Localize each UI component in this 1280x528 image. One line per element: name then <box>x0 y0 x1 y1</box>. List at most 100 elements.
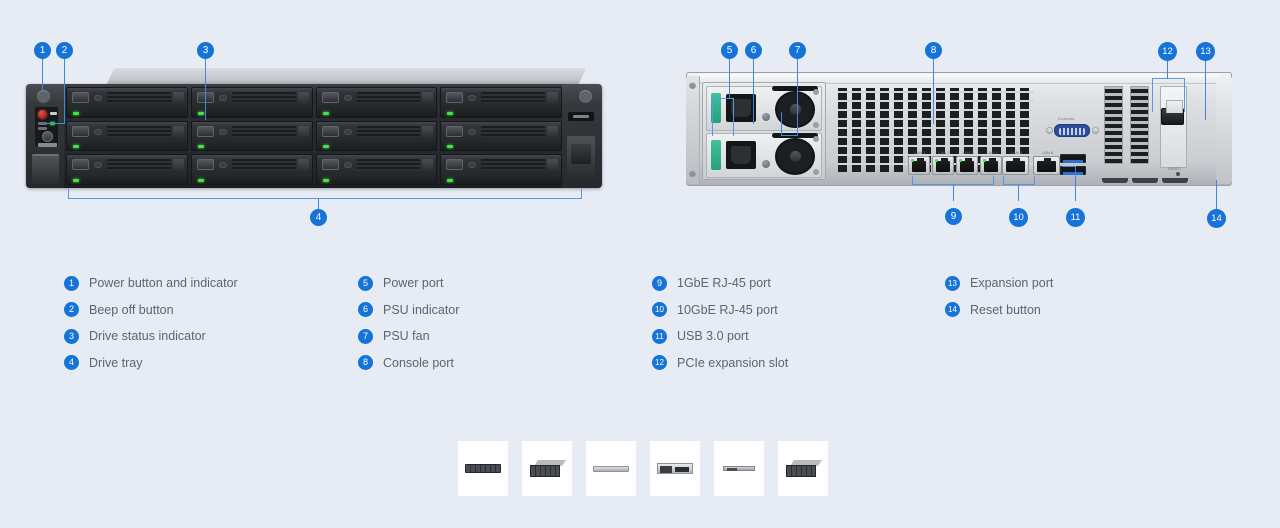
callout-badge-2[interactable]: 2 <box>56 42 73 59</box>
legend-item: 14 Reset button <box>945 297 1053 324</box>
drive-tray[interactable] <box>190 154 313 186</box>
thumbnail-front-view[interactable] <box>458 441 508 496</box>
callout-badge-4[interactable]: 4 <box>310 209 327 226</box>
drive-tray[interactable] <box>315 87 438 118</box>
front-left-latch[interactable] <box>32 154 59 184</box>
tray-handle[interactable] <box>446 159 464 171</box>
callout-badge-7[interactable]: 7 <box>789 42 806 59</box>
tray-lock-icon <box>343 128 352 135</box>
alert-led-label <box>38 127 47 130</box>
thumb-image <box>657 463 693 474</box>
lan-port-5[interactable]: LAN 5 <box>1002 150 1029 175</box>
tray-vent <box>107 125 171 137</box>
drive-tray[interactable] <box>440 87 562 118</box>
legend-label: Reset button <box>970 302 1041 317</box>
thumbnail-side-thin-view[interactable] <box>586 441 636 496</box>
thumbnail-iso-left-view[interactable] <box>522 441 572 496</box>
beep-off-button[interactable] <box>42 131 53 142</box>
legend-label: Power port <box>383 276 444 291</box>
tray-handle[interactable] <box>72 159 89 171</box>
console-screw-icon <box>1092 127 1099 134</box>
psu-release-handle[interactable] <box>711 140 721 170</box>
thumbnail-side-thin-view-2[interactable] <box>714 441 764 496</box>
legend-label: 10GbE RJ-45 port <box>677 302 778 317</box>
chassis-foot <box>1162 178 1188 183</box>
tray-handle[interactable] <box>196 125 214 137</box>
drive-tray[interactable] <box>315 154 438 186</box>
reset-label: RESET <box>1168 166 1182 171</box>
lan-port-6[interactable]: LAN 6 <box>1033 150 1060 175</box>
product-diagram-page: 1 2 3 4 Console LAN 1 LAN 2 LAN 3 LAN 4 … <box>0 0 1280 528</box>
drive-tray[interactable] <box>190 120 313 152</box>
callout-badge-12[interactable]: 12 <box>1158 42 1177 61</box>
callout-badge-8[interactable]: 8 <box>925 42 942 59</box>
drive-tray[interactable] <box>440 154 562 186</box>
leader-line-1 <box>42 58 44 91</box>
tray-lock-icon <box>218 162 227 169</box>
tray-endcap <box>422 125 434 138</box>
tray-endcap <box>422 159 434 172</box>
thumbnail-gallery <box>458 441 828 496</box>
lan-port-2-label: LAN 2 <box>938 150 950 155</box>
leader-line-9 <box>953 184 955 201</box>
tray-handle[interactable] <box>72 125 89 137</box>
lan-port-4[interactable]: LAN 4 <box>980 150 1002 175</box>
callout-badge-6[interactable]: 6 <box>745 42 762 59</box>
legend-item: 6 PSU indicator <box>358 297 459 324</box>
tray-handle[interactable] <box>321 92 339 103</box>
drive-tray[interactable] <box>315 120 438 152</box>
thumbnail-rear-view[interactable] <box>650 441 700 496</box>
drive-bay-column <box>440 87 562 186</box>
callout-badge-10[interactable]: 10 <box>1009 208 1028 227</box>
callout-badge-5[interactable]: 5 <box>721 42 738 59</box>
drive-status-indicator <box>73 111 79 115</box>
leader-line-7c <box>781 112 783 136</box>
drive-tray[interactable] <box>440 120 562 152</box>
tray-endcap <box>547 159 558 172</box>
callout-badge-9[interactable]: 9 <box>945 208 962 225</box>
leader-line-14 <box>1216 180 1218 210</box>
drive-tray[interactable] <box>66 87 188 118</box>
callout-badge-14[interactable]: 14 <box>1207 209 1226 228</box>
tray-endcap <box>172 159 184 172</box>
drive-tray[interactable] <box>66 154 188 186</box>
tray-handle[interactable] <box>321 125 339 137</box>
legend-label: Expansion port <box>970 276 1054 291</box>
chassis-foot <box>1132 178 1158 183</box>
power-button[interactable] <box>38 110 47 119</box>
legend-item: 2 Beep off button <box>64 297 238 324</box>
usb-port-upper[interactable] <box>1060 154 1086 163</box>
power-port[interactable] <box>726 141 756 169</box>
lan-port-3[interactable]: LAN 3 <box>956 150 978 175</box>
drive-tray[interactable] <box>66 120 188 152</box>
callout-badge-13[interactable]: 13 <box>1196 42 1215 61</box>
tray-vent <box>231 92 296 103</box>
legend-item: 12 PCIe expansion slot <box>652 350 788 377</box>
tray-handle[interactable] <box>446 92 464 103</box>
pcie-expansion-slot-2[interactable] <box>1130 86 1149 164</box>
callout-badge-3[interactable]: 3 <box>197 42 214 59</box>
tray-handle[interactable] <box>72 92 89 103</box>
console-port[interactable] <box>1054 124 1090 137</box>
tray-handle[interactable] <box>446 125 464 137</box>
legend-label: PCIe expansion slot <box>677 355 789 370</box>
drive-tray[interactable] <box>190 87 313 118</box>
rear-left-rack-ear <box>686 76 700 184</box>
tray-handle[interactable] <box>321 159 339 171</box>
thumbnail-iso-right-view[interactable] <box>778 441 828 496</box>
lan-link-led <box>935 159 938 162</box>
reset-button[interactable] <box>1176 172 1180 176</box>
psu-screw-icon <box>813 136 819 142</box>
callout-badge-11[interactable]: 11 <box>1066 208 1085 227</box>
pcie-expansion-slot-1[interactable] <box>1104 86 1123 164</box>
tray-lock-icon <box>468 128 477 135</box>
tray-lock-icon <box>218 95 227 101</box>
lan-port-5-label: LAN 5 <box>1010 150 1023 155</box>
callout-badge-1[interactable]: 1 <box>34 42 51 59</box>
legend-item: 8 Console port <box>358 350 459 377</box>
drive-status-indicator <box>73 179 79 183</box>
tray-handle[interactable] <box>196 159 214 171</box>
front-right-latch[interactable] <box>567 136 595 182</box>
lan-port-2[interactable]: LAN 2 <box>932 150 954 175</box>
lan-port-1[interactable]: LAN 1 <box>908 150 930 175</box>
